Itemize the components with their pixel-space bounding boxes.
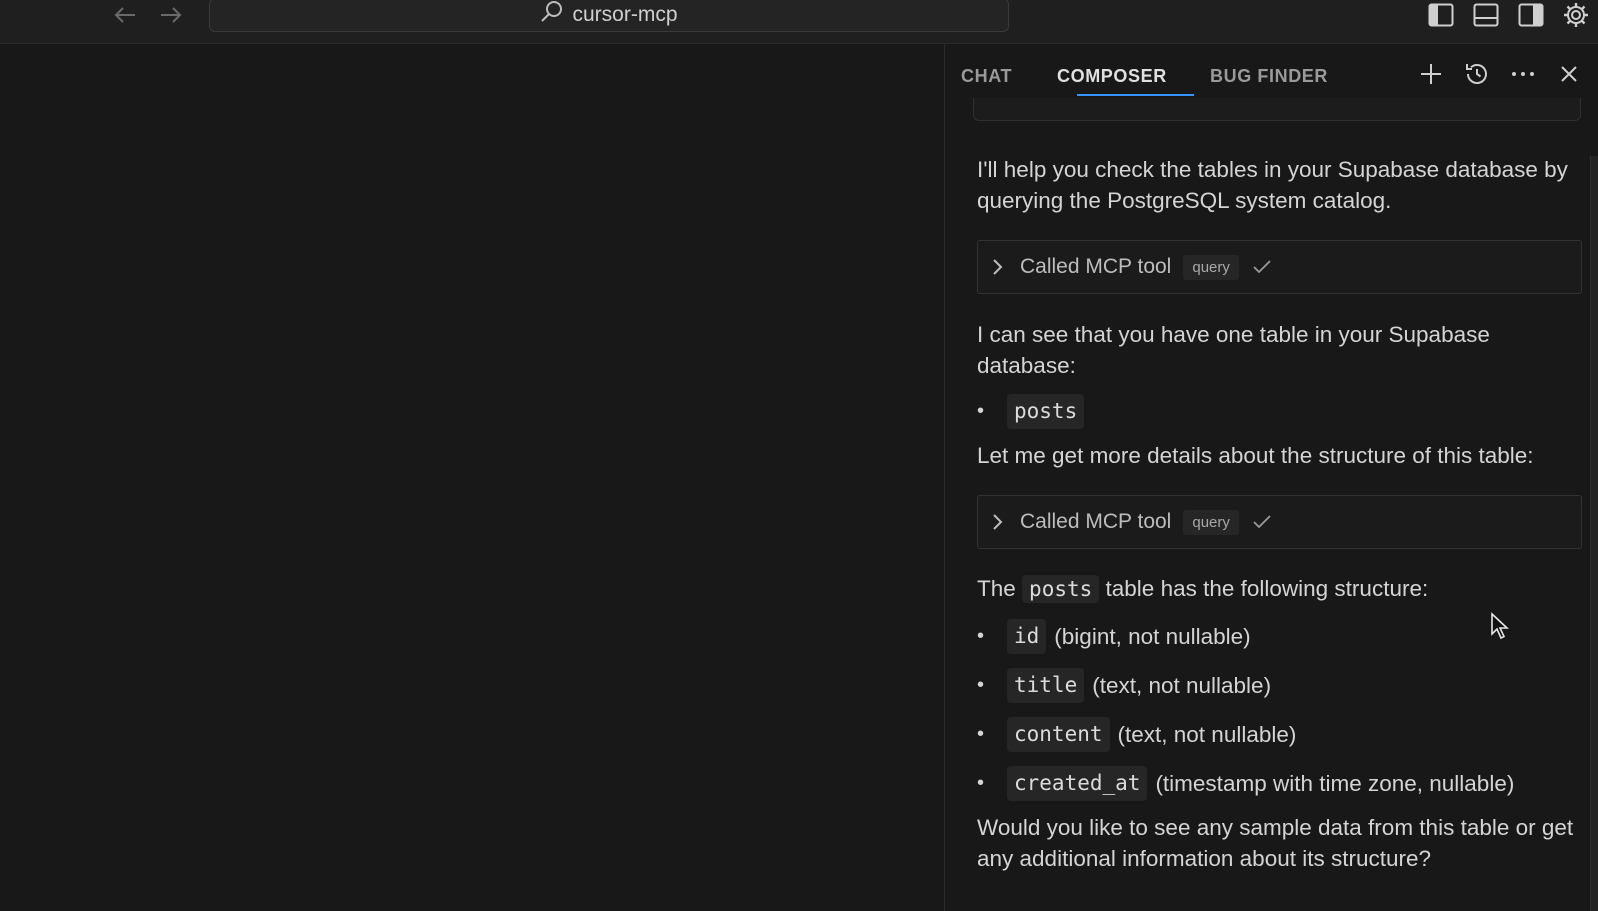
- toggle-secondary-sidebar-icon[interactable]: [1508, 0, 1553, 30]
- more-details-text: Let me get more details about the struct…: [977, 443, 1534, 468]
- mouse-pointer-icon: [1490, 612, 1510, 645]
- tool-call-label: Called MCP tool: [1020, 510, 1172, 533]
- arrow-right-icon[interactable]: [156, 0, 186, 30]
- panel-scrollbar[interactable]: [1590, 156, 1598, 911]
- tool-call-label: Called MCP tool: [1020, 255, 1172, 278]
- active-tab-indicator: [1077, 94, 1194, 96]
- list-item: • title (text, not nullable): [977, 668, 1271, 703]
- tool-name-badge: query: [1183, 509, 1239, 535]
- list-item: • content (text, not nullable): [977, 717, 1296, 752]
- table-name-code: posts: [1007, 394, 1085, 429]
- title-bar: cursor-mcp: [0, 0, 1598, 44]
- bullet-icon: •: [977, 625, 985, 647]
- tab-composer[interactable]: COMPOSER: [1057, 66, 1167, 87]
- list-item: • posts: [977, 394, 1085, 429]
- column-name-code: content: [1007, 717, 1110, 752]
- check-icon: [1253, 515, 1271, 529]
- bullet-icon: •: [977, 400, 985, 422]
- tab-bug-finder[interactable]: BUG FINDER: [1210, 66, 1328, 87]
- column-description: (text, not nullable): [1117, 722, 1297, 747]
- search-text: cursor-mcp: [572, 3, 678, 26]
- list-item: • id (bigint, not nullable): [977, 619, 1251, 654]
- tool-name-badge: query: [1183, 254, 1239, 280]
- structure-intro-text: The posts table has the following struct…: [977, 573, 1577, 605]
- structure-pre: The: [977, 576, 1016, 601]
- chevron-right-icon: [992, 513, 1012, 531]
- history-icon[interactable]: [1457, 58, 1497, 90]
- close-icon[interactable]: [1549, 58, 1589, 90]
- followup-question-text: Would you like to see any sample data fr…: [977, 815, 1574, 871]
- command-center-search[interactable]: cursor-mcp: [209, 0, 1009, 32]
- check-icon: [1253, 260, 1271, 274]
- bullet-icon: •: [977, 674, 985, 696]
- column-name-code: id: [1007, 619, 1047, 654]
- mcp-tool-call-1[interactable]: Called MCP tool query: [977, 240, 1582, 294]
- column-description: (bigint, not nullable): [1054, 624, 1251, 649]
- panel-tabs: CHAT COMPOSER BUG FINDER: [945, 44, 1598, 106]
- column-description: (text, not nullable): [1092, 673, 1272, 698]
- structure-table-code: posts: [1022, 575, 1100, 603]
- panel-actions: [1411, 58, 1589, 90]
- toggle-panel-icon[interactable]: [1463, 0, 1508, 30]
- search-icon: [540, 0, 564, 30]
- bullet-icon: •: [977, 772, 985, 794]
- bullet-icon: •: [977, 723, 985, 745]
- mcp-tool-call-2[interactable]: Called MCP tool query: [977, 495, 1582, 549]
- layout-controls: [1418, 0, 1598, 30]
- chevron-right-icon: [992, 258, 1012, 276]
- column-description: (timestamp with time zone, nullable): [1155, 771, 1515, 796]
- more-icon[interactable]: [1503, 58, 1543, 90]
- composer-panel: CHAT COMPOSER BUG FINDER I'll help you c…: [944, 44, 1598, 911]
- tab-chat[interactable]: CHAT: [961, 66, 1012, 87]
- editor-area: [0, 44, 944, 911]
- settings-gear-icon[interactable]: [1553, 0, 1598, 30]
- column-name-code: title: [1007, 668, 1085, 703]
- arrow-left-icon[interactable]: [110, 0, 140, 30]
- column-name-code: created_at: [1007, 766, 1148, 801]
- previous-message-block: [973, 98, 1581, 121]
- toggle-primary-sidebar-icon[interactable]: [1418, 0, 1463, 30]
- tables-found-text: I can see that you have one table in you…: [977, 322, 1490, 378]
- plus-icon[interactable]: [1411, 58, 1451, 90]
- list-item: • created_at (timestamp with time zone, …: [977, 766, 1514, 801]
- assistant-intro-text: I'll help you check the tables in your S…: [977, 157, 1568, 213]
- structure-post: table has the following structure:: [1105, 576, 1429, 601]
